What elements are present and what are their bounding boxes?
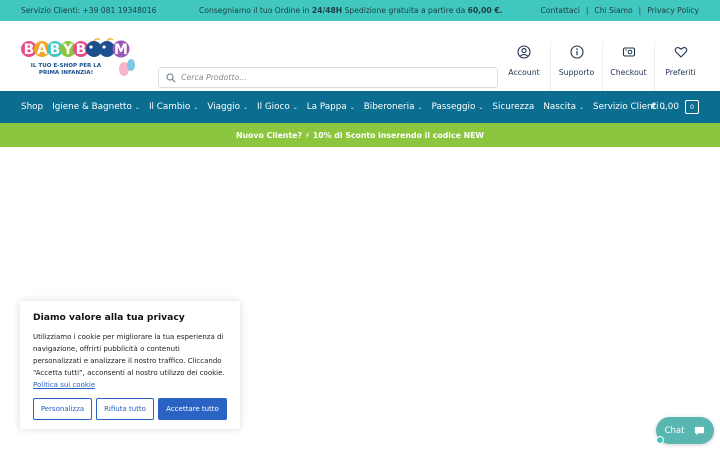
shipping-bold-1: 24/48H	[311, 6, 343, 15]
top-bar: Servizio Clienti: +39 081 19348016 Conse…	[0, 0, 720, 21]
nav-item-la-pappa[interactable]: La Pappa ⌄	[307, 102, 355, 112]
support-link[interactable]: Supporto	[550, 42, 602, 92]
info-icon	[569, 45, 584, 59]
reject-all-button[interactable]: Rifiuta tutto	[96, 398, 154, 420]
nav-item-il-gioco[interactable]: Il Gioco ⌄	[257, 102, 298, 112]
link-privacy-policy[interactable]: Privacy Policy	[647, 6, 699, 15]
svg-text:B: B	[76, 42, 87, 58]
search-box[interactable]	[158, 67, 498, 88]
chat-label: Chat	[664, 425, 685, 436]
nav-item-label: Biberoneria	[363, 102, 415, 112]
svg-text:IL TUO E-SHOP PER LA: IL TUO E-SHOP PER LA	[31, 63, 102, 69]
link-chi-siamo[interactable]: Chi Siamo	[594, 6, 632, 15]
svg-text:M: M	[114, 42, 128, 58]
nav-item-passeggio[interactable]: Passeggio ⌄	[432, 102, 484, 112]
chevron-down-icon: ⌄	[134, 103, 140, 111]
checkout-icon	[622, 47, 635, 57]
shipping-bold-2: 60,00 €.	[467, 6, 503, 15]
nav-item-nascita[interactable]: Nascita ⌄	[543, 102, 584, 112]
svg-text:PRIMA INFANZIA!: PRIMA INFANZIA!	[39, 70, 93, 76]
chevron-down-icon: ⌄	[579, 103, 585, 111]
account-label: Account	[508, 68, 540, 77]
cookie-buttons: Personalizza Rifiuta tutto Accettare tut…	[33, 398, 227, 420]
chat-status-dot	[656, 436, 664, 444]
site-logo[interactable]: B A B Y B M IL TUO E-SHOP PER LA PRIMA I…	[21, 38, 135, 78]
chevron-down-icon: ⌄	[292, 103, 298, 111]
page: Servizio Clienti: +39 081 19348016 Conse…	[0, 0, 720, 450]
nav-item-il-cambio[interactable]: Il Cambio ⌄	[149, 102, 198, 112]
nav-item-label: Sicurezza	[492, 102, 535, 112]
logo-graphic: B A B Y B M IL TUO E-SHOP PER LA PRIMA I…	[21, 38, 135, 76]
nav-item-label: Nascita	[543, 102, 576, 112]
nav-item-label: La Pappa	[306, 102, 347, 112]
nav-item-label: Il Gioco	[257, 102, 290, 112]
search-icon	[166, 72, 176, 83]
checkout-link[interactable]: Checkout	[602, 42, 654, 92]
promo-banner: Nuovo Cliente? ⚡ 10% di Sconto inserendo…	[0, 123, 720, 147]
chevron-down-icon: ⌄	[242, 103, 249, 111]
wishlist-link[interactable]: Preferiti	[654, 42, 706, 92]
wishlist-label: Preferiti	[665, 68, 696, 77]
account-link[interactable]: Account	[498, 42, 550, 92]
nav-item-label: Shop	[21, 102, 44, 112]
accept-all-button[interactable]: Accettare tutto	[158, 398, 227, 420]
heart-icon	[674, 46, 687, 58]
chevron-down-icon: ⌄	[193, 103, 199, 111]
svg-text:B: B	[50, 42, 61, 58]
cookie-consent-banner: Diamo valore alla tua privacy Utilizziam…	[20, 301, 240, 429]
top-links: Contattaci | Chi Siamo | Privacy Policy	[541, 6, 699, 15]
customize-button[interactable]: Personalizza	[33, 398, 92, 420]
nav-item-sicurezza[interactable]: Sicurezza	[492, 102, 534, 112]
promo-text: Nuovo Cliente? ⚡ 10% di Sconto inserendo…	[235, 130, 485, 140]
cart-count-badge: 0	[685, 100, 699, 114]
chevron-down-icon: ⌄	[349, 103, 355, 111]
header-actions: Account Supporto Checkout Preferiti	[498, 42, 706, 92]
link-separator: |	[585, 6, 589, 15]
nav-item-igiene-bagnetto[interactable]: Igiene & Bagnetto ⌄	[52, 102, 140, 112]
cart-button[interactable]: € 0,00 0	[651, 91, 699, 123]
nav-item-biberoneria[interactable]: Biberoneria ⌄	[364, 102, 423, 112]
nav-item-label: Igiene & Bagnetto	[52, 102, 132, 112]
chat-bubble-icon	[695, 426, 705, 436]
nav-item-viaggio[interactable]: Viaggio ⌄	[207, 102, 248, 112]
svg-text:A: A	[37, 42, 48, 58]
cookie-title: Diamo valore alla tua privacy	[33, 312, 185, 323]
site-header: B A B Y B M IL TUO E-SHOP PER LA PRIMA I…	[0, 21, 720, 92]
link-separator: |	[638, 6, 642, 15]
shipping-text-2: Spedizione gratuita a partire da	[342, 6, 468, 15]
nav-item-label: Passeggio	[431, 102, 476, 112]
shipping-text-1: Consegniamo il tuo Ordine in	[199, 6, 312, 15]
nav-item-label: Il Cambio	[148, 102, 191, 112]
nav-item-label: Servizio Clienti	[593, 102, 659, 112]
support-label: Supporto	[558, 68, 595, 77]
main-nav: Shop Igiene & Bagnetto ⌄ Il Cambio ⌄ Viagg…	[0, 91, 720, 123]
svg-text:Y: Y	[62, 42, 74, 58]
checkout-label: Checkout	[610, 68, 647, 77]
cookie-policy-link[interactable]: Politica sui cookie	[33, 381, 95, 389]
shipping-notice: Consegniamo il tuo Ordine in 24/48H Sped…	[191, 6, 541, 15]
user-icon	[517, 45, 531, 59]
cookie-body-text: Utilizziamo i cookie per migliorare la t…	[33, 333, 225, 377]
customer-service-phone[interactable]: Servizio Clienti: +39 081 19348016	[21, 6, 191, 15]
cart-total: € 0,00	[651, 102, 679, 112]
search-input[interactable]	[181, 73, 497, 82]
chevron-down-icon: ⌄	[478, 103, 484, 111]
chevron-down-icon: ⌄	[417, 103, 423, 111]
svg-text:B: B	[24, 42, 35, 58]
cookie-body: Utilizziamo i cookie per migliorare la t…	[33, 331, 227, 391]
chat-widget-button[interactable]: Chat	[656, 417, 714, 444]
nav-item-shop[interactable]: Shop	[21, 102, 43, 112]
link-contattaci[interactable]: Contattaci	[541, 6, 580, 15]
nav-item-label: Viaggio	[207, 102, 240, 112]
